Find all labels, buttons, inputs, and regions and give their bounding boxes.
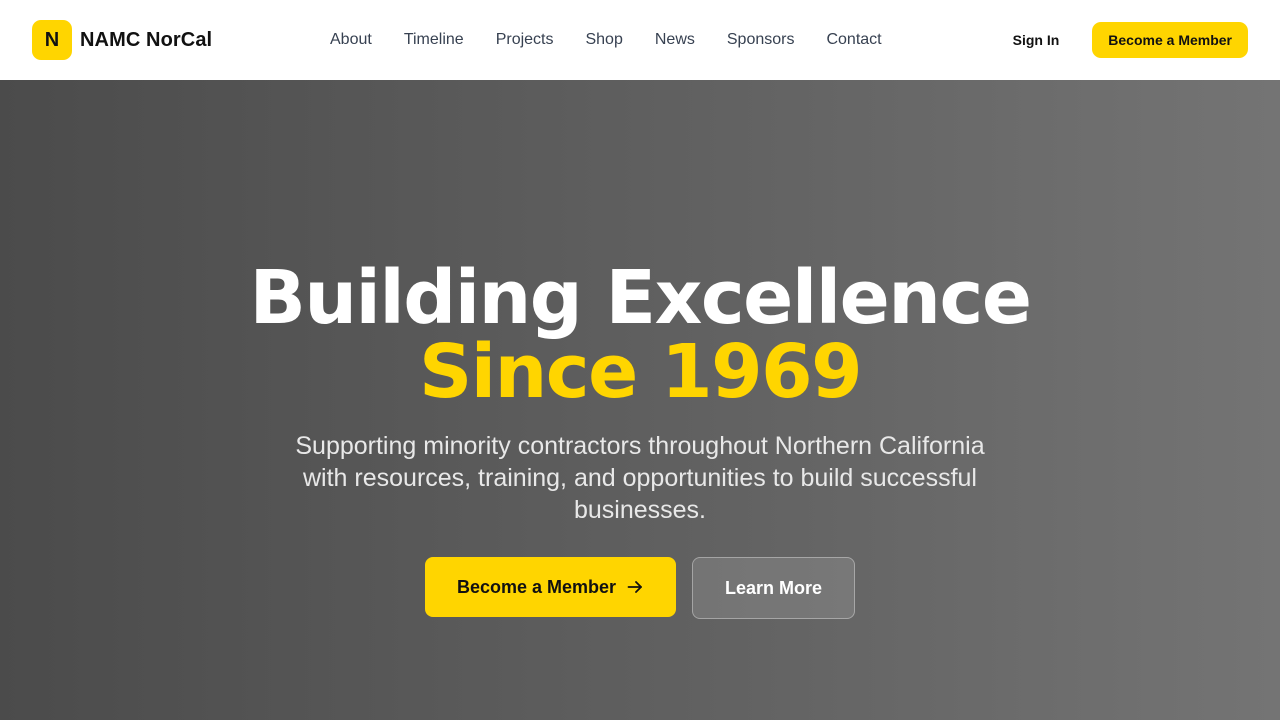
nav-link-projects[interactable]: Projects	[480, 0, 570, 80]
hero-headline-accent: Since 1969	[418, 329, 863, 415]
brand-name: NAMC NorCal	[80, 28, 213, 51]
hero-subtext: Supporting minority contractors througho…	[295, 432, 985, 524]
nav-link-news[interactable]: News	[639, 0, 711, 80]
hero-section: Building Excellence Since 1969 Supportin…	[0, 80, 1280, 720]
nav-actions: Sign In Become a Member	[1013, 22, 1248, 58]
become-member-button[interactable]: Become a Member	[425, 557, 676, 617]
hero-headline: Building Excellence	[249, 255, 1032, 341]
learn-more-button[interactable]: Learn More	[692, 557, 855, 619]
nav-link-sponsors[interactable]: Sponsors	[711, 0, 811, 80]
top-navbar: N NAMC NorCal About Timeline Projects Sh…	[0, 0, 1280, 80]
become-member-label: Become a Member	[456, 576, 617, 597]
nav-link-contact[interactable]: Contact	[810, 0, 897, 80]
main-nav: About Timeline Projects Shop News Sponso…	[314, 0, 898, 80]
logo: N	[32, 20, 72, 60]
arrow-right-icon	[626, 578, 644, 596]
become-member-nav-button[interactable]: Become a Member	[1092, 22, 1248, 58]
hero-cta-row: Become a Member Learn More	[0, 557, 1280, 619]
nav-link-shop[interactable]: Shop	[569, 0, 638, 80]
sign-in-link[interactable]: Sign In	[1013, 32, 1060, 48]
learn-more-label: Learn More	[724, 577, 823, 598]
nav-link-about[interactable]: About	[314, 0, 388, 80]
brand[interactable]: N NAMC NorCal	[32, 20, 212, 60]
nav-link-timeline[interactable]: Timeline	[388, 0, 480, 80]
